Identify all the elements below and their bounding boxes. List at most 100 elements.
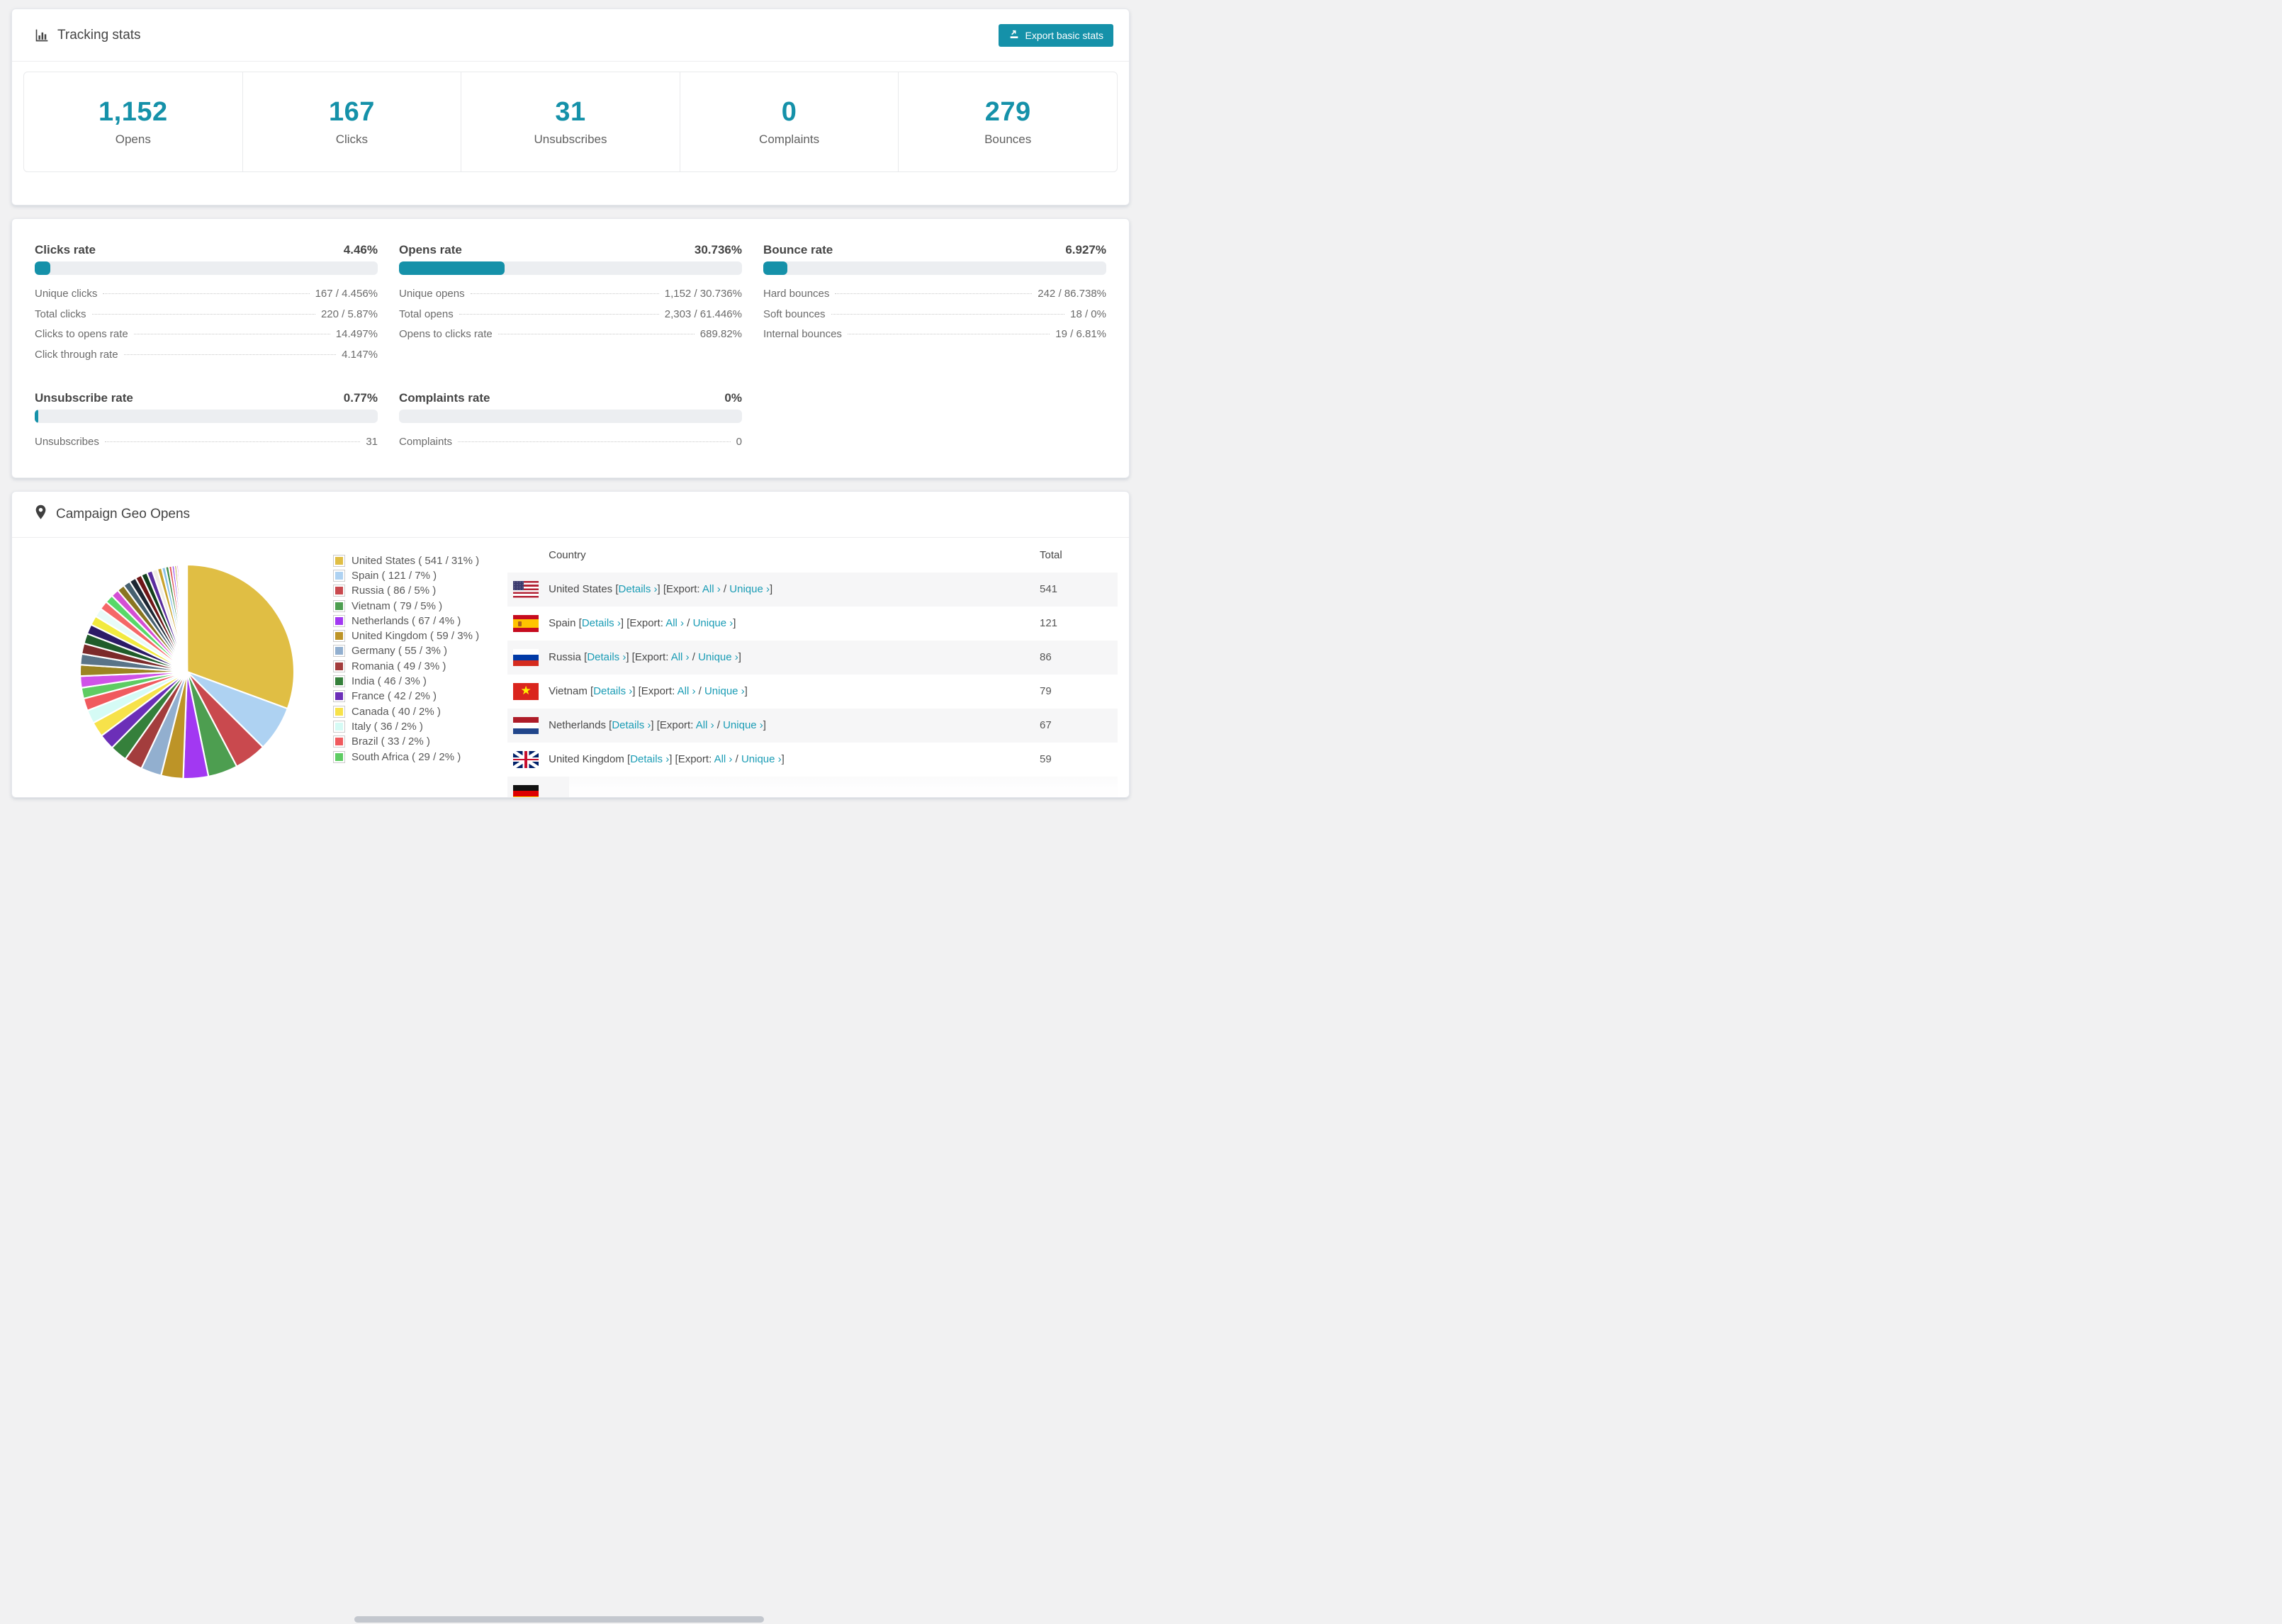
export-unique-link[interactable]: Unique › <box>741 753 782 765</box>
export-unique-link[interactable]: Unique › <box>693 617 734 629</box>
details-link[interactable]: Details › <box>619 583 658 595</box>
legend-swatch <box>333 720 345 733</box>
legend-item: Germany ( 55 / 3% ) <box>333 643 479 658</box>
export-unique-link[interactable]: Unique › <box>729 583 770 595</box>
stat-row: Complaints 0 <box>399 436 742 448</box>
flag-de-icon <box>513 784 539 797</box>
total-value: 541 <box>1040 583 1058 595</box>
rate-title: Bounce rate <box>763 243 833 256</box>
export-all-link[interactable]: All › <box>671 651 690 663</box>
country-name: Russia <box>549 651 581 663</box>
progress-bar <box>399 261 742 275</box>
legend-item: Spain ( 121 / 7% ) <box>333 568 479 583</box>
export-basic-stats-button[interactable]: Export basic stats <box>998 23 1113 47</box>
map-pin-icon <box>35 504 47 524</box>
details-link[interactable]: Details › <box>587 651 626 663</box>
dotted-leader <box>123 354 337 355</box>
flag-ru-icon <box>513 648 539 666</box>
dotted-leader <box>459 313 659 315</box>
unsubscribe-rate-group: Unsubscribe rate 0.77% Unsubscribes 31 <box>35 391 378 456</box>
total-column-header: Total <box>1040 548 1062 561</box>
table-row: United States [Details ›] [Export: All ›… <box>507 572 1118 607</box>
progress-fill <box>763 261 787 275</box>
clicks-rate-group: Clicks rate 4.46% Unique clicks 167 / 4.4… <box>35 243 378 368</box>
export-unique-link[interactable]: Unique › <box>723 719 763 731</box>
stat-row: Click through rate 4.147% <box>35 348 378 361</box>
details-link[interactable]: Details › <box>593 685 632 697</box>
export-all-link[interactable]: All › <box>678 685 696 697</box>
table-row: Vietnam [Details ›] [Export: All › / Uni… <box>507 675 1118 709</box>
legend-swatch <box>333 750 345 763</box>
table-row: United Kingdom [Details ›] [Export: All … <box>507 743 1118 777</box>
details-link[interactable]: Details › <box>582 617 621 629</box>
stat-row: Unique opens 1,152 / 30.736% <box>399 288 742 300</box>
table-row: Russia [Details ›] [Export: All › / Uniq… <box>507 640 1118 675</box>
legend-item: Italy ( 36 / 2% ) <box>333 719 479 734</box>
stat-row: Opens to clicks rate 689.82% <box>399 328 742 340</box>
geo-table: Country Total United States [Details ›] … <box>507 538 1118 797</box>
country-name: United Kingdom <box>549 753 624 765</box>
legend-swatch <box>333 660 345 672</box>
legend-swatch <box>333 554 345 567</box>
legend-swatch <box>333 705 345 718</box>
export-unique-link[interactable]: Unique › <box>704 685 745 697</box>
legend-swatch <box>333 690 345 703</box>
export-unique-link[interactable]: Unique › <box>698 651 738 663</box>
country-name: Spain <box>549 617 576 629</box>
progress-fill <box>399 261 505 275</box>
progress-bar <box>763 261 1106 275</box>
legend-item: Brazil ( 33 / 2% ) <box>333 734 479 749</box>
dotted-leader <box>835 293 1033 294</box>
complaints-rate-group: Complaints rate 0% Complaints 0 <box>399 391 742 456</box>
stat-value: 31 <box>555 97 586 127</box>
export-all-link[interactable]: All › <box>714 753 733 765</box>
page-title: Tracking stats <box>57 27 141 43</box>
export-all-link[interactable]: All › <box>702 583 721 595</box>
dashboard-page: Tracking stats Export basic stats 1,152 … <box>0 0 1141 798</box>
rate-value: 0% <box>724 391 742 405</box>
dotted-leader <box>470 293 659 294</box>
stat-row: Internal bounces 19 / 6.81% <box>763 328 1106 340</box>
flag-us-icon <box>513 580 539 598</box>
table-header: Country Total <box>507 538 1118 573</box>
flag-nl-icon <box>513 716 539 734</box>
dotted-leader <box>104 441 361 442</box>
stat-row: Hard bounces 242 / 86.738% <box>763 288 1106 300</box>
export-icon <box>1008 28 1020 42</box>
geo-pie-chart <box>74 559 300 788</box>
rate-value: 0.77% <box>343 391 378 405</box>
flag-gb-icon <box>513 750 539 768</box>
table-row-partial <box>507 776 1118 797</box>
horizontal-scrollbar-thumb[interactable] <box>354 1616 764 1623</box>
tracking-stats-title: Tracking stats <box>35 28 141 43</box>
flag-es-icon <box>513 614 539 632</box>
legend-item: India ( 46 / 3% ) <box>333 674 479 689</box>
pie-legend: United States ( 541 / 31% ) Spain ( 121 … <box>333 553 479 765</box>
stat-complaints: 0 Complaints <box>680 72 899 171</box>
flag-vn-icon <box>513 682 539 700</box>
legend-item: Vietnam ( 79 / 5% ) <box>333 598 479 613</box>
legend-item: Netherlands ( 67 / 4% ) <box>333 614 479 628</box>
legend-item: United States ( 541 / 31% ) <box>333 553 479 568</box>
dotted-leader <box>831 313 1065 315</box>
details-link[interactable]: Details › <box>630 753 669 765</box>
details-link[interactable]: Details › <box>612 719 651 731</box>
export-all-link[interactable]: All › <box>696 719 714 731</box>
total-value: 79 <box>1040 685 1052 697</box>
bar-chart-icon <box>35 28 49 43</box>
stat-label: Bounces <box>984 132 1032 146</box>
progress-fill <box>35 410 39 423</box>
tracking-stats-card: Tracking stats Export basic stats 1,152 … <box>11 9 1130 205</box>
rates-empty-cell <box>763 391 1106 456</box>
stat-label: Complaints <box>759 132 820 146</box>
stat-value: 167 <box>328 97 375 127</box>
stat-row: Total opens 2,303 / 61.446% <box>399 308 742 320</box>
export-all-link[interactable]: All › <box>665 617 684 629</box>
legend-item: Russia ( 86 / 5% ) <box>333 583 479 598</box>
stat-bounces: 279 Bounces <box>899 72 1117 171</box>
legend-swatch <box>333 614 345 627</box>
progress-bar <box>35 261 378 275</box>
legend-swatch <box>333 645 345 658</box>
legend-item: France ( 42 / 2% ) <box>333 689 479 704</box>
stat-unsubscribes: 31 Unsubscribes <box>461 72 680 171</box>
